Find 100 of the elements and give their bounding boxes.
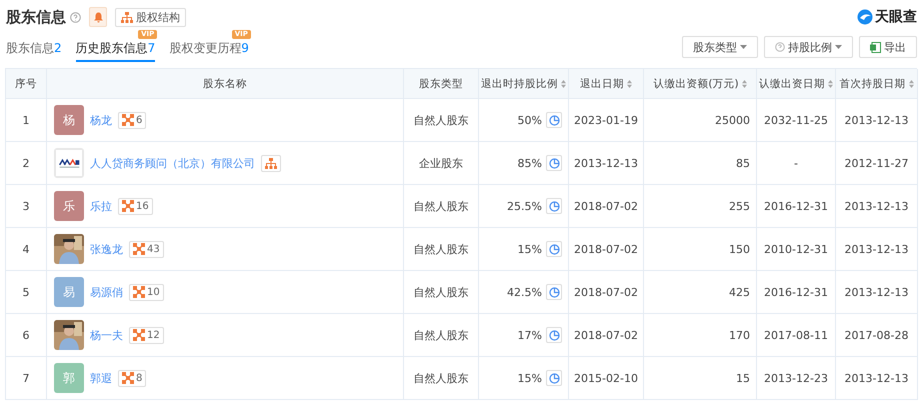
- relation-badge[interactable]: 8: [118, 370, 146, 386]
- bell-button[interactable]: [89, 7, 107, 27]
- network-icon: [122, 372, 134, 384]
- table-cell: 2018-07-02: [569, 314, 644, 357]
- pie-chart-button[interactable]: [546, 241, 562, 257]
- relation-badge[interactable]: 16: [118, 198, 153, 214]
- table-cell: 自然人股东: [404, 185, 479, 228]
- filter-dropdown[interactable]: 股东类型: [682, 36, 758, 58]
- table-cell: 7: [6, 357, 47, 400]
- column-header: 股东类型: [404, 69, 479, 99]
- shareholder-link[interactable]: 易源俏: [90, 284, 123, 300]
- caret-icon: [740, 45, 747, 49]
- table-cell: 2010-12-31: [757, 228, 836, 271]
- table-cell: 15%: [518, 372, 542, 384]
- table-cell: 2023-01-19: [569, 99, 644, 142]
- table-cell: 企业股东: [404, 142, 479, 185]
- bell-icon: [94, 12, 102, 22]
- equity-structure-button[interactable]: 股权结构: [115, 8, 186, 26]
- table-cell: 2016-12-31: [757, 271, 836, 314]
- network-icon: [133, 243, 145, 255]
- table-cell: 2018-07-02: [569, 271, 644, 314]
- help-icon[interactable]: [70, 12, 81, 22]
- column-header[interactable]: 认缴出资日期: [757, 69, 836, 99]
- relation-badge[interactable]: 6: [118, 112, 146, 128]
- table-cell: 2013-12-13: [836, 228, 918, 271]
- table-cell: 2012-11-27: [836, 142, 918, 185]
- table-cell: 15: [644, 357, 757, 400]
- export-button[interactable]: 导出: [859, 36, 917, 58]
- table-cell: 自然人股东: [404, 314, 479, 357]
- table-cell: 25.5%: [507, 200, 542, 212]
- org-chart-icon: [265, 158, 277, 168]
- column-header[interactable]: 认缴出资额(万元): [644, 69, 757, 99]
- table-cell: 3: [6, 185, 47, 228]
- network-icon: [133, 286, 145, 298]
- shareholder-link[interactable]: 杨龙: [90, 112, 112, 128]
- pie-chart-icon: [548, 158, 560, 168]
- relation-badge[interactable]: 12: [129, 326, 164, 344]
- relation-badge[interactable]: 43: [129, 240, 164, 258]
- letter-avatar: 易: [54, 277, 84, 307]
- column-header[interactable]: 退出日期: [569, 69, 644, 99]
- eye-logo-icon: [857, 9, 873, 25]
- pie-chart-button[interactable]: [546, 198, 562, 214]
- pie-chart-button[interactable]: [546, 327, 562, 343]
- table-cell: 2016-12-31: [757, 185, 836, 228]
- table-cell: 2017-08-28: [836, 314, 918, 357]
- table-cell: 自然人股东: [404, 99, 479, 142]
- help-icon: [775, 42, 785, 52]
- column-header[interactable]: 退出时持股比例: [479, 69, 569, 99]
- pie-chart-button[interactable]: [546, 112, 562, 128]
- network-icon: [122, 114, 134, 126]
- table-cell: 4: [6, 228, 47, 271]
- letter-avatar: 乐: [54, 191, 84, 221]
- pie-chart-button[interactable]: [546, 370, 562, 386]
- pie-chart-button[interactable]: [546, 284, 562, 300]
- pie-chart-icon: [548, 330, 560, 340]
- table-cell: 5: [6, 271, 47, 314]
- equity-chart-button[interactable]: [261, 154, 281, 172]
- pie-chart-icon: [548, 114, 560, 126]
- table-cell: 2013-12-13: [836, 271, 918, 314]
- pie-chart-button[interactable]: [546, 155, 562, 171]
- table-cell: 150: [644, 228, 757, 271]
- table-cell: 15%: [518, 242, 542, 256]
- table-cell: 25000: [644, 99, 757, 142]
- table-cell: 自然人股东: [404, 271, 479, 314]
- letter-avatar: 杨: [54, 105, 84, 135]
- column-header[interactable]: 首次持股日期: [836, 69, 918, 99]
- shareholder-link[interactable]: 乐拉: [90, 198, 112, 214]
- table-cell: -: [757, 142, 836, 185]
- company-logo-icon: [54, 148, 84, 178]
- pie-chart-icon: [548, 244, 560, 254]
- pie-chart-icon: [548, 372, 560, 384]
- table-cell: 2017-08-11: [757, 314, 836, 357]
- table-cell: 425: [644, 271, 757, 314]
- pie-chart-icon: [548, 286, 560, 298]
- table-cell: 2013-12-13: [836, 185, 918, 228]
- table-cell: 85: [644, 142, 757, 185]
- table-cell: 50%: [518, 114, 542, 126]
- excel-icon: [870, 42, 881, 52]
- filter-dropdown[interactable]: 持股比例: [764, 36, 853, 58]
- table-cell: 170: [644, 314, 757, 357]
- relation-badge[interactable]: 10: [129, 284, 164, 300]
- table-cell: 17%: [518, 328, 542, 342]
- table-cell: 2018-07-02: [569, 185, 644, 228]
- table-cell: 2: [6, 142, 47, 185]
- table-cell: 自然人股东: [404, 357, 479, 400]
- table-cell: 2013-12-13: [569, 142, 644, 185]
- table-cell: 2013-12-13: [836, 99, 918, 142]
- pie-chart-icon: [548, 200, 560, 212]
- table-cell: 2013-12-23: [757, 357, 836, 400]
- shareholder-link[interactable]: 杨一夫: [90, 328, 123, 342]
- section-title: 股东信息: [6, 8, 66, 26]
- tab[interactable]: 股东信息2: [6, 40, 62, 62]
- org-chart-icon: [121, 12, 133, 22]
- shareholder-link[interactable]: 人人贷商务顾问（北京）有限公司: [90, 156, 255, 170]
- shareholder-link[interactable]: 张逸龙: [90, 242, 123, 256]
- table-cell: 85%: [518, 156, 542, 170]
- brand-name: 天眼查: [875, 8, 917, 26]
- shareholder-link[interactable]: 郭遐: [90, 370, 112, 386]
- table-cell: 2015-02-10: [569, 357, 644, 400]
- table-cell: 255: [644, 185, 757, 228]
